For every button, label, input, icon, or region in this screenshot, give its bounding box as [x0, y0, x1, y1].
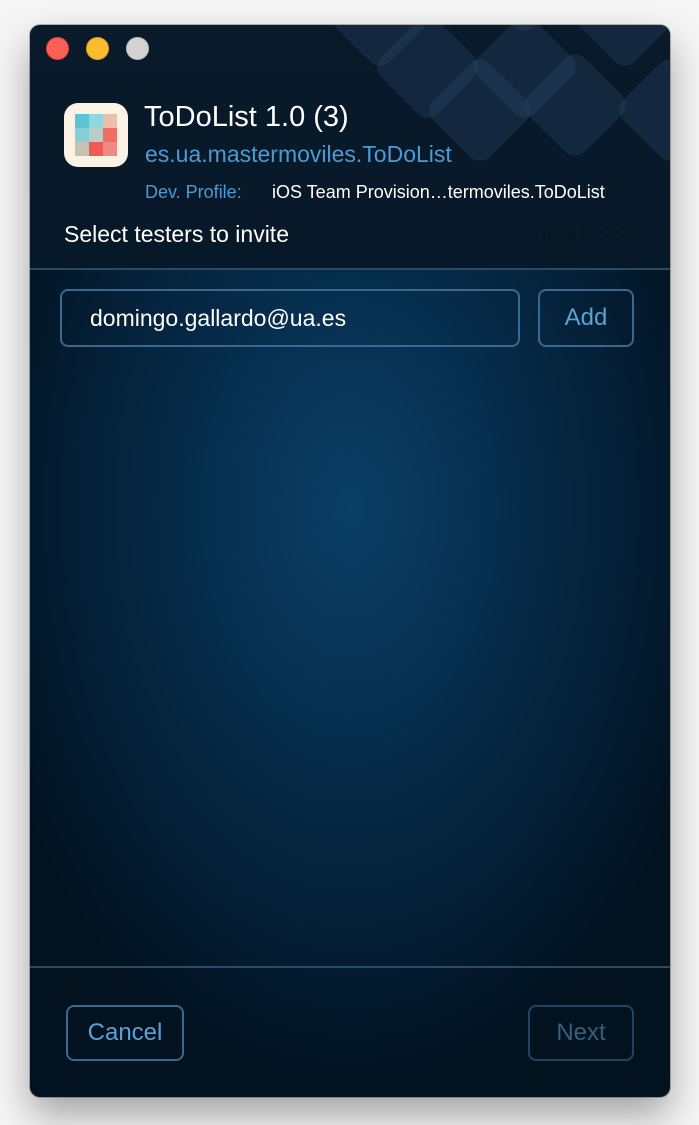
header-decoration [613, 53, 670, 167]
select-testers-heading: Select testers to invite [64, 221, 289, 247]
minimize-button[interactable] [86, 37, 109, 60]
todolist-app-icon [64, 103, 128, 167]
header-divider [30, 268, 670, 270]
app-title: ToDoList 1.0 (3) [144, 101, 349, 133]
bundle-id: es.ua.mastermoviles.ToDoList [145, 141, 452, 167]
dev-profile-value: iOS Team Provision…termoviles.ToDoList [272, 182, 605, 202]
dev-profile-label: Dev. Profile: [145, 182, 242, 202]
import-csv-link[interactable]: +Import CSV [508, 219, 640, 246]
tester-email-input[interactable] [60, 289, 520, 347]
add-tester-button[interactable]: Add [538, 289, 634, 347]
next-button[interactable]: Next [528, 1005, 634, 1061]
invite-testers-window: ToDoList 1.0 (3) es.ua.mastermoviles.ToD… [30, 25, 670, 1097]
cancel-button[interactable]: Cancel [66, 1005, 184, 1061]
footer-divider [30, 966, 670, 968]
close-button[interactable] [46, 37, 69, 60]
maximize-button[interactable] [126, 37, 149, 60]
